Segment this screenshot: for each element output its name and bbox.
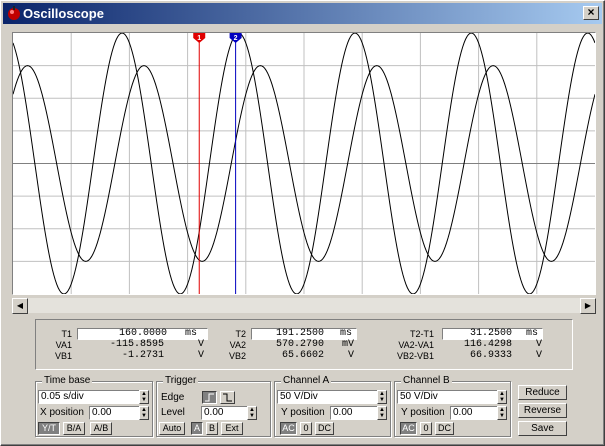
dvb-unit: V [535, 350, 542, 361]
scroll-right-button[interactable]: ▶ [580, 298, 596, 314]
level-spinner[interactable]: ▲ ▼ [247, 406, 257, 420]
t2-label: T2 [235, 329, 246, 339]
edge-falling-button[interactable] [220, 391, 235, 404]
dva-label: VA2-VA1 [398, 340, 434, 350]
channel-b-scale-select[interactable]: 50 V/Div [397, 390, 499, 404]
t1-unit: ms [184, 328, 197, 339]
va2-unit: mV [341, 339, 354, 350]
timebase-title: Time base [42, 375, 93, 386]
vb2-unit: V [347, 350, 354, 361]
timebase-spinner[interactable]: ▲ ▼ [139, 390, 149, 404]
channel-b-dc-button[interactable]: DC [435, 422, 454, 435]
t2-unit: ms [339, 328, 352, 339]
channel-a-ypos-spinner[interactable]: ▲ ▼ [377, 406, 387, 420]
trigger-a-button[interactable]: A [191, 422, 203, 435]
channel-a-dc-button[interactable]: DC [315, 422, 334, 435]
va2-label: VA2 [229, 340, 246, 350]
channel-a-scale-spinner[interactable]: ▲ ▼ [377, 390, 387, 404]
dvb-value: 66.9333 [469, 350, 512, 361]
trigger-auto-button[interactable]: Auto [159, 422, 185, 435]
trigger-ext-button[interactable]: Ext [221, 422, 243, 435]
oscilloscope-app-icon [8, 6, 20, 20]
scroll-left-button[interactable]: ◀ [12, 298, 28, 314]
edge-rising-button[interactable] [202, 391, 217, 404]
timebase-group: Time base 0.05 s/div ▲ ▼ X position 0.00 … [35, 375, 153, 437]
trigger-b-button[interactable]: B [206, 422, 218, 435]
mode-ab-button[interactable]: A/B [90, 422, 112, 435]
va1-unit: V [197, 339, 204, 350]
save-button[interactable]: Save [518, 421, 567, 436]
mode-yt-button[interactable]: Y/T [38, 422, 60, 435]
channel-b-ypos-label: Y position [401, 407, 445, 418]
va1-value: -115.8595 [109, 339, 164, 350]
trigger-title: Trigger [163, 375, 199, 386]
reduce-button[interactable]: Reduce [518, 385, 567, 400]
mode-ba-button[interactable]: B/A [63, 422, 85, 435]
dt-unit: ms [525, 328, 538, 339]
channel-a-group: Channel A 50 V/Div ▲ ▼ Y position 0.00 ▲ ▼… [274, 375, 391, 437]
level-label: Level [161, 407, 185, 418]
rising-edge-icon [205, 393, 214, 402]
cursor-1-label: 1 [197, 35, 201, 42]
edge-label: Edge [161, 392, 185, 403]
vb2-label: VB2 [228, 351, 246, 361]
channel-b-group: Channel B 50 V/Div ▲ ▼ Y position 0.00 ▲ ▼… [394, 375, 511, 437]
channel-b-zero-button[interactable]: 0 [420, 422, 432, 435]
window-title: Oscilloscope [23, 6, 104, 21]
cursor-readout-panel: T1 VA1 VB1 160.0000 ms -115.8595 V -1.27… [35, 319, 573, 370]
t2-value: 191.2500 [275, 328, 324, 339]
channel-a-ac-button[interactable]: AC [280, 422, 297, 435]
vb1-label: VB1 [54, 351, 72, 361]
dva-unit: V [535, 339, 542, 350]
close-button[interactable]: × [583, 6, 599, 20]
channel-b-ac-button[interactable]: AC [400, 422, 417, 435]
vb1-value: -1.2731 [121, 350, 164, 361]
channel-b-ypos-input[interactable]: 0.00 [450, 406, 498, 420]
oscilloscope-screen[interactable]: 12 [13, 33, 595, 294]
va1-label: VA1 [55, 340, 72, 350]
xpos-label: X position [40, 407, 84, 418]
horizontal-scrollbar[interactable]: ◀ ▶ [12, 297, 596, 314]
oscilloscope-screen-frame: 12 [12, 32, 596, 295]
dt-value: 31.2500 [469, 328, 512, 339]
va2-value: 570.2790 [275, 339, 324, 350]
vb1-unit: V [197, 350, 204, 361]
level-input[interactable]: 0.00 [201, 406, 249, 420]
channel-a-zero-button[interactable]: 0 [300, 422, 312, 435]
cursor-2-label: 2 [234, 35, 238, 42]
oscilloscope-window: Oscilloscope × 12 ◀ ▶ T1 VA1 VB1 160.000… [0, 0, 605, 446]
vb2-value: 65.6602 [281, 350, 324, 361]
trigger-group: Trigger Edge Level 0.00 ▲ ▼ Auto A B Ext [156, 375, 271, 437]
xpos-input[interactable]: 0.00 [89, 406, 143, 420]
channel-a-scale-select[interactable]: 50 V/Div [277, 390, 379, 404]
t1-value: 160.0000 [118, 328, 167, 339]
channel-b-title: Channel B [401, 375, 452, 386]
title-bar[interactable]: Oscilloscope × [3, 3, 602, 24]
channel-b-scale-spinner[interactable]: ▲ ▼ [497, 390, 507, 404]
t1-label: T1 [61, 329, 72, 339]
channel-a-title: Channel A [281, 375, 332, 386]
channel-b-ypos-spinner[interactable]: ▲ ▼ [497, 406, 507, 420]
channel-a-ypos-label: Y position [281, 407, 325, 418]
dva-value: 116.4298 [463, 339, 512, 350]
dt-label: T2-T1 [409, 329, 434, 339]
dvb-label: VB2-VB1 [396, 351, 434, 361]
reverse-button[interactable]: Reverse [518, 403, 567, 418]
channel-a-ypos-input[interactable]: 0.00 [330, 406, 378, 420]
xpos-spinner[interactable]: ▲ ▼ [139, 406, 149, 420]
timebase-select[interactable]: 0.05 s/div [38, 390, 141, 404]
falling-edge-icon [223, 393, 232, 402]
